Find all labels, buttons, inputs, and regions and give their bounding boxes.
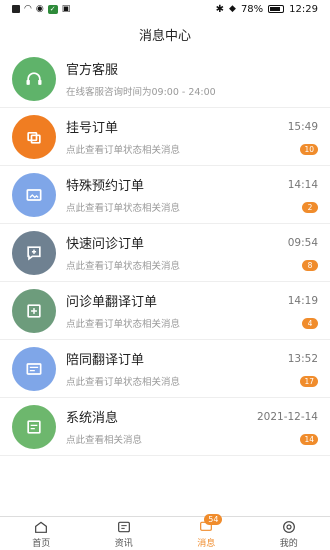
message-title: 陪同翻译订单 xyxy=(66,353,145,368)
escort-translate-icon xyxy=(12,346,56,391)
tab-profile[interactable]: 我的 xyxy=(248,517,330,550)
message-item-quick-consult[interactable]: 快速问诊订单 09:54 点此查看订单状态相关消息 8 xyxy=(0,224,330,282)
location-icon: ◆ xyxy=(229,4,236,14)
message-title: 官方客服 xyxy=(66,63,119,78)
system-message-icon xyxy=(12,404,56,449)
message-time: 09:54 xyxy=(287,236,318,249)
unread-badge: 10 xyxy=(300,143,318,155)
unread-badge: 2 xyxy=(302,201,318,213)
status-left: ◠ ◉ ✓ ▣ xyxy=(12,4,70,14)
message-item-special-appointment[interactable]: 特殊预约订单 14:14 点此查看订单状态相关消息 2 xyxy=(0,166,330,224)
message-item-translate-order[interactable]: 问诊单翻译订单 14:19 点此查看订单状态相关消息 4 xyxy=(0,282,330,340)
tab-badge: 54 xyxy=(204,514,223,525)
clock: 12:29 xyxy=(289,3,318,15)
tab-messages[interactable]: 54 消息 xyxy=(165,514,248,550)
message-list: 官方客服 在线客服咨询时间为09:00 - 24:00 挂号订单 15:49 点… xyxy=(0,50,330,456)
tab-news[interactable]: 资讯 xyxy=(83,517,166,550)
message-subtitle: 点此查看订单状态相关消息 xyxy=(66,377,181,388)
status-right: ✱ ◆ 78% 12:29 xyxy=(216,4,318,15)
appointment-icon xyxy=(12,172,56,217)
tab-label: 首页 xyxy=(32,538,51,549)
message-time: 2021-12-14 xyxy=(256,410,318,423)
unread-badge: 17 xyxy=(300,375,318,387)
notification-icon xyxy=(12,5,20,13)
unread-badge: 4 xyxy=(302,317,318,329)
wifi-icon: ◠ xyxy=(24,4,32,14)
headset-icon xyxy=(12,56,56,101)
message-subtitle: 在线客服咨询时间为09:00 - 24:00 xyxy=(66,87,216,98)
message-title: 系统消息 xyxy=(66,411,119,426)
message-time: 13:52 xyxy=(287,352,318,365)
tab-label: 我的 xyxy=(279,538,298,549)
app-icon: ✓ xyxy=(47,4,58,14)
message-time: 14:14 xyxy=(287,178,318,191)
profile-icon xyxy=(282,520,295,533)
unread-badge: 8 xyxy=(302,259,318,271)
message-subtitle: 点此查看订单状态相关消息 xyxy=(66,145,181,156)
message-title: 特殊预约订单 xyxy=(66,179,145,194)
battery-icon xyxy=(268,5,285,13)
message-subtitle: 点此查看订单状态相关消息 xyxy=(66,261,181,272)
home-icon xyxy=(35,521,48,533)
bottom-tab-bar: 首页 资讯 54 消息 我的 xyxy=(0,514,330,550)
consult-icon xyxy=(12,230,56,275)
message-time: 14:19 xyxy=(287,294,318,307)
message-title: 问诊单翻译订单 xyxy=(66,295,158,310)
message-subtitle: 点此查看订单状态相关消息 xyxy=(66,203,181,214)
image-icon: ▣ xyxy=(61,4,71,14)
message-title: 快速问诊订单 xyxy=(66,237,145,252)
battery-percent: 78% xyxy=(240,3,264,15)
message-subtitle: 点此查看订单状态相关消息 xyxy=(66,319,181,330)
registration-icon xyxy=(12,114,56,159)
message-subtitle: 点此查看相关消息 xyxy=(66,435,143,446)
message-item-registration[interactable]: 挂号订单 15:49 点此查看订单状态相关消息 10 xyxy=(0,108,330,166)
message-time: 15:49 xyxy=(287,120,318,133)
unread-badge: 14 xyxy=(300,433,318,445)
page-header: 消息中心 xyxy=(0,18,330,50)
tab-label: 资讯 xyxy=(114,538,133,549)
message-title: 挂号订单 xyxy=(66,121,119,136)
message-item-system[interactable]: 系统消息 2021-12-14 点此查看相关消息 14 xyxy=(0,398,330,456)
translate-order-icon xyxy=(12,288,56,333)
location-dot-icon: ◉ xyxy=(35,4,44,14)
message-item-official-service[interactable]: 官方客服 在线客服咨询时间为09:00 - 24:00 xyxy=(0,50,330,108)
tab-label: 消息 xyxy=(197,538,216,549)
status-bar: ◠ ◉ ✓ ▣ ✱ ◆ 78% 12:29 xyxy=(0,0,330,18)
bluetooth-icon: ✱ xyxy=(215,3,225,15)
news-icon xyxy=(117,521,130,532)
message-item-escort-translate[interactable]: 陪同翻译订单 13:52 点此查看订单状态相关消息 17 xyxy=(0,340,330,398)
page-title: 消息中心 xyxy=(138,28,191,44)
tab-home[interactable]: 首页 xyxy=(0,517,83,550)
